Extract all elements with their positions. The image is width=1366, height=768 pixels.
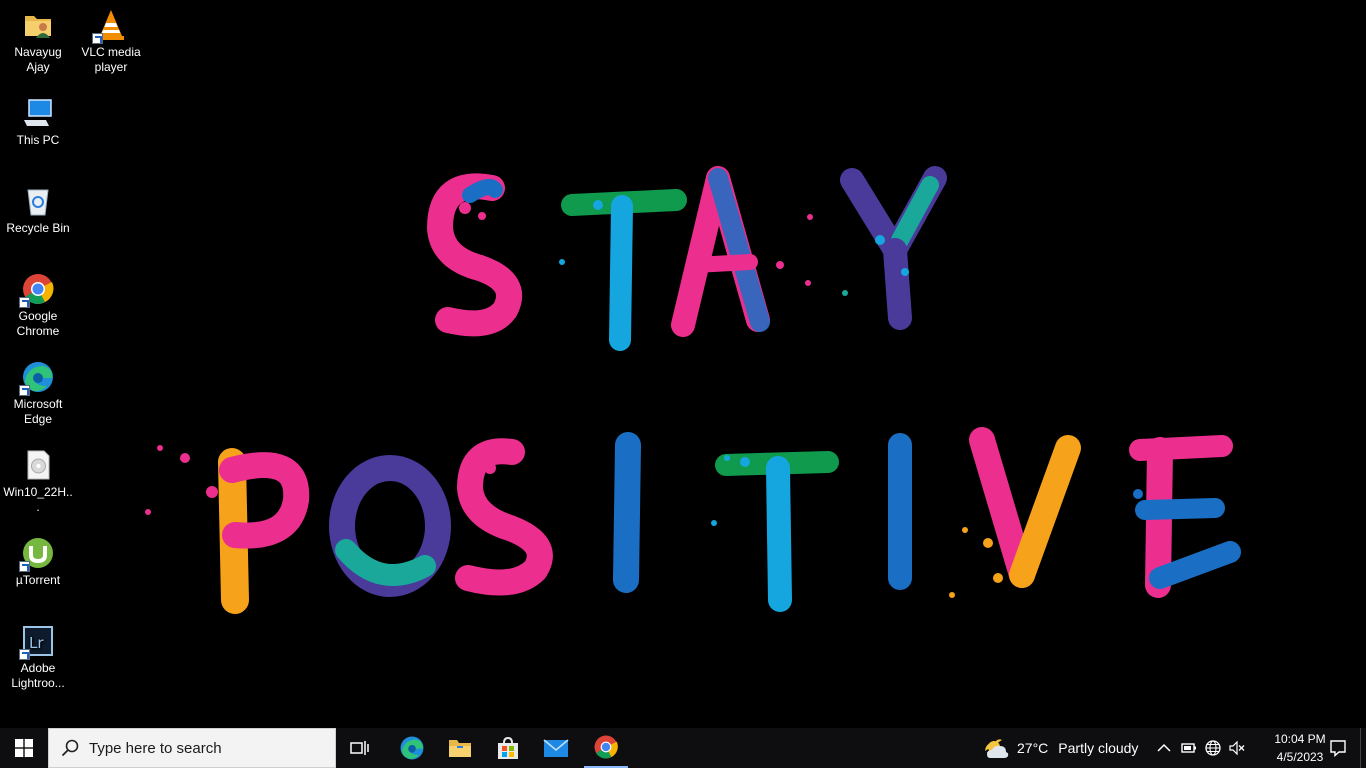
folder-user-icon — [21, 8, 55, 42]
taskbar-edge-button[interactable] — [390, 728, 434, 768]
weather-widget[interactable]: 27°C Partly cloudy — [982, 728, 1142, 768]
desktop-icon-label: VLC media player — [81, 45, 141, 74]
network-globe-icon — [1205, 740, 1221, 756]
shortcut-arrow-icon — [19, 561, 30, 572]
weather-temperature: 27°C — [1017, 740, 1049, 756]
store-icon — [498, 736, 518, 759]
vlc-cone-icon — [92, 8, 128, 44]
desktop-icon-label: Google Chrome — [16, 309, 60, 338]
windows-logo-icon — [15, 739, 33, 757]
lightroom-icon: Lr — [19, 624, 55, 660]
desktop-icon-recycle-bin[interactable]: Recycle Bin — [0, 178, 76, 236]
chrome-icon — [594, 735, 618, 759]
desktop-icon-label: Win10_22H... — [3, 485, 73, 514]
desktop-icon-label: This PC — [16, 133, 60, 147]
edge-icon — [19, 360, 55, 396]
recycle-bin-icon — [21, 184, 55, 218]
action-center-button[interactable] — [1318, 728, 1358, 768]
task-view-button[interactable] — [340, 728, 380, 768]
desktop-icon-lightroom[interactable]: Lr Adobe Lightroo... — [0, 618, 76, 691]
desktop-icon-navayug-ajay[interactable]: Navayug Ajay — [0, 2, 76, 75]
desktop-icon-label: µTorrent — [15, 573, 61, 587]
desktop-icon-utorrent[interactable]: µTorrent — [0, 530, 76, 588]
battery-icon — [1181, 743, 1196, 753]
mail-icon — [543, 739, 569, 757]
disc-image-icon — [21, 448, 55, 482]
desktop-icon-label: Recycle Bin — [6, 221, 70, 235]
network-button[interactable] — [1202, 728, 1224, 768]
task-view-icon — [350, 741, 369, 755]
weather-condition: Partly cloudy — [1058, 740, 1139, 756]
taskbar: Type here to search 27°C Partly cloudy 1… — [0, 728, 1366, 768]
taskbar-chrome-button[interactable] — [584, 728, 628, 768]
show-hidden-icons-button[interactable] — [1152, 728, 1176, 768]
start-button[interactable] — [0, 728, 48, 768]
show-desktop-button[interactable] — [1360, 728, 1366, 768]
notification-icon — [1330, 740, 1346, 757]
volume-button[interactable] — [1226, 728, 1248, 768]
search-placeholder: Type here to search — [89, 739, 222, 757]
shortcut-arrow-icon — [19, 649, 30, 660]
taskbar-file-explorer-button[interactable] — [438, 728, 482, 768]
battery-button[interactable] — [1178, 728, 1200, 768]
desktop-icon-vlc[interactable]: VLC media player — [73, 2, 149, 75]
svg-text:Lr: Lr — [29, 634, 44, 652]
computer-icon — [21, 96, 55, 130]
taskbar-mail-button[interactable] — [534, 728, 578, 768]
desktop[interactable]: Navayug Ajay VLC media player This PC Re… — [0, 0, 1366, 728]
search-icon — [61, 739, 79, 757]
shortcut-arrow-icon — [19, 297, 30, 308]
desktop-icon-label: Navayug Ajay — [14, 45, 62, 74]
partly-cloudy-icon — [985, 739, 1009, 758]
desktop-icon-this-pc[interactable]: This PC — [0, 90, 76, 148]
shortcut-arrow-icon — [19, 385, 30, 396]
utorrent-icon — [19, 536, 55, 572]
chevron-up-icon — [1157, 743, 1171, 752]
desktop-icon-edge[interactable]: Microsoft Edge — [0, 354, 76, 427]
desktop-icon-win10-iso[interactable]: Win10_22H... — [0, 442, 76, 515]
desktop-icon-label: Microsoft Edge — [13, 397, 63, 426]
shortcut-arrow-icon — [92, 33, 103, 44]
speaker-muted-icon — [1229, 741, 1245, 755]
desktop-icon-label: Adobe Lightroo... — [11, 661, 65, 690]
taskbar-store-button[interactable] — [486, 728, 530, 768]
file-explorer-icon — [449, 740, 471, 757]
stay-positive-wallpaper — [145, 166, 1241, 614]
edge-icon — [400, 736, 424, 760]
taskbar-search-box[interactable]: Type here to search — [48, 728, 336, 768]
chrome-icon — [19, 272, 55, 308]
desktop-icon-chrome[interactable]: Google Chrome — [0, 266, 76, 339]
